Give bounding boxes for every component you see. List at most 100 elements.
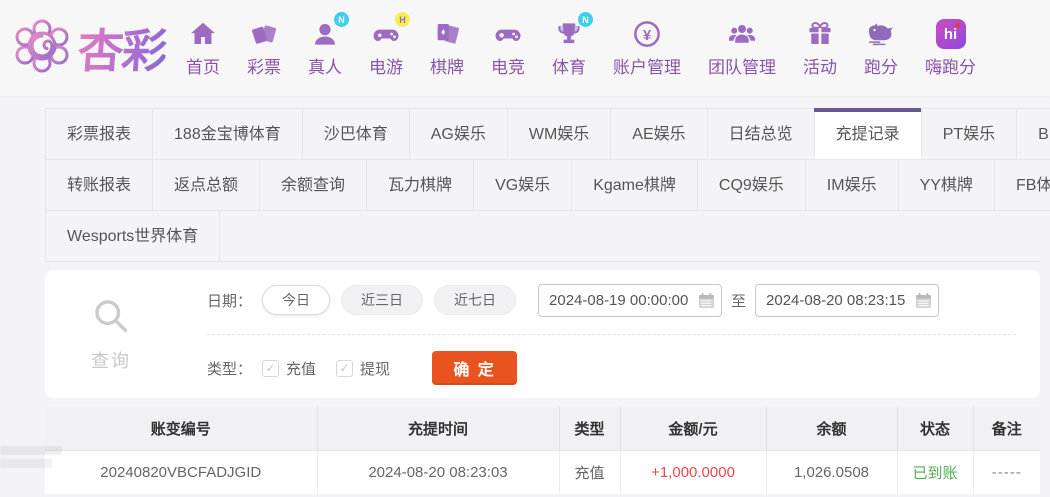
tab-wm[interactable]: WM娱乐 <box>506 108 612 160</box>
tickets-icon <box>248 18 280 50</box>
tab-deposit-withdraw-records[interactable]: 充提记录 <box>813 108 922 160</box>
nav-item-live[interactable]: N 真人 <box>308 12 349 78</box>
cell-type: 充值 <box>559 449 621 494</box>
tab-rebate-total[interactable]: 返点总额 <box>152 159 261 211</box>
col-header-balance: 余额 <box>766 407 898 450</box>
deposit-checkbox-label: 充值 <box>286 360 317 378</box>
tabs-row-2: 转账报表 返点总额 余额查询 瓦力棋牌 VG娱乐 Kgame棋牌 CQ9娱乐 I… <box>45 159 1050 211</box>
tab-cq9[interactable]: CQ9娱乐 <box>696 159 806 211</box>
deposit-checkbox[interactable] <box>262 359 280 377</box>
type-label: 类型： <box>207 360 253 378</box>
withdraw-checkbox[interactable] <box>336 359 354 377</box>
date-from-wrap <box>538 283 723 317</box>
tab-bbin[interactable]: BBIN <box>1016 108 1050 160</box>
nav-item-paofen[interactable]: 跑分 <box>864 18 898 78</box>
tab-saba-sport[interactable]: 沙巴体育 <box>301 108 410 160</box>
tab-lottery-report[interactable]: 彩票报表 <box>45 108 154 160</box>
report-tabs: 彩票报表 188金宝博体育 沙巴体育 AG娱乐 WM娱乐 AE娱乐 日结总览 充… <box>45 108 1050 262</box>
date-from-input[interactable] <box>538 283 723 317</box>
calendar-icon[interactable] <box>915 292 932 309</box>
query-section-label: 查询 <box>45 270 177 398</box>
tab-ae[interactable]: AE娱乐 <box>610 108 708 160</box>
tabs-row-3: Wesports世界体育 <box>45 210 1040 262</box>
red-dot <box>954 23 960 28</box>
gift-icon <box>804 18 836 50</box>
esports-gamepad-icon <box>492 18 524 50</box>
cards-icon <box>431 18 463 50</box>
nav-item-esports[interactable]: 电竞 <box>491 18 525 78</box>
tab-vg[interactable]: VG娱乐 <box>473 159 573 211</box>
table-row: 20240820VBCFADJGID 2024-08-20 08:23:03 充… <box>45 449 1040 494</box>
type-row: 类型： 充值 提现 确 定 <box>207 351 1016 385</box>
new-badge: N <box>334 12 349 27</box>
tab-yy-cards[interactable]: YY棋牌 <box>897 159 995 211</box>
flower-emblem-icon <box>10 14 74 83</box>
tab-wali-cards[interactable]: 瓦力棋牌 <box>366 159 475 211</box>
home-icon <box>187 18 219 50</box>
col-header-remark: 备注 <box>973 407 1040 450</box>
trophy-icon: N <box>553 12 593 50</box>
confirm-button[interactable]: 确 定 <box>432 351 518 385</box>
nav-item-cards[interactable]: 棋牌 <box>430 18 464 78</box>
table-header-row: 账变编号 充提时间 类型 金额/元 余额 状态 备注 <box>45 407 1040 450</box>
col-header-change-id: 账变编号 <box>45 407 318 450</box>
svg-text:¥: ¥ <box>643 27 652 44</box>
cell-remark: ----- <box>973 449 1040 494</box>
nav-item-lottery[interactable]: 彩票 <box>247 18 281 78</box>
nav-item-account[interactable]: ¥ 账户管理 <box>613 18 681 78</box>
top-header: 杏彩 首页 彩票 N 真人 H 电游 棋牌 电竞 N 体育 ¥ 账户管理 团队管… <box>0 0 1050 96</box>
tab-kgame[interactable]: Kgame棋牌 <box>571 159 698 211</box>
hot-badge: H <box>395 12 410 27</box>
tab-188-sport[interactable]: 188金宝博体育 <box>152 108 303 160</box>
account-coin-icon: ¥ <box>631 18 663 50</box>
cell-time: 2024-08-20 08:23:03 <box>317 449 560 494</box>
nav-item-home[interactable]: 首页 <box>186 18 220 78</box>
withdraw-checkbox-label: 提现 <box>360 360 391 378</box>
col-header-type: 类型 <box>559 407 621 450</box>
tabs-row-1: 彩票报表 188金宝博体育 沙巴体育 AG娱乐 WM娱乐 AE娱乐 日结总览 充… <box>45 108 1050 160</box>
tabs-filler <box>219 210 1040 262</box>
live-person-icon: N <box>309 12 349 50</box>
tab-balance-query[interactable]: 余额查询 <box>259 159 368 211</box>
slots-gamepad-icon: H <box>370 12 410 50</box>
forum-watermark <box>0 446 62 472</box>
cell-amount: +1,000.0000 <box>620 449 767 494</box>
divider <box>207 333 1016 335</box>
nav-item-promo[interactable]: 活动 <box>803 18 837 78</box>
brand-logo[interactable]: 杏彩 <box>10 14 169 83</box>
nav-item-sports[interactable]: N 体育 <box>552 12 593 78</box>
col-header-time: 充提时间 <box>317 407 560 450</box>
search-icon <box>90 295 132 342</box>
query-panel: 查询 日期： 今日 近三日 近七日 至 <box>45 270 1040 398</box>
tab-wesports[interactable]: Wesports世界体育 <box>45 210 221 262</box>
rhino-run-icon <box>865 18 897 50</box>
date-to-input[interactable] <box>755 283 940 317</box>
nav-item-slots[interactable]: H 电游 <box>369 12 410 78</box>
new-badge: N <box>578 12 593 27</box>
query-form: 日期： 今日 近三日 近七日 至 <box>177 270 1040 398</box>
preset-today-button[interactable]: 今日 <box>262 285 331 315</box>
nav-item-team[interactable]: 团队管理 <box>708 18 776 78</box>
brand-name: 杏彩 <box>76 15 169 81</box>
cell-change-id: 20240820VBCFADJGID <box>45 449 318 494</box>
calendar-icon[interactable] <box>698 292 715 309</box>
main-nav: 首页 彩票 N 真人 H 电游 棋牌 电竞 N 体育 ¥ 账户管理 团队管理 活… <box>186 12 976 78</box>
tab-pt[interactable]: PT娱乐 <box>920 108 1018 160</box>
cell-status: 已到账 <box>897 449 974 494</box>
cell-balance: 1,026.0508 <box>766 449 898 494</box>
hi-run-icon: hi <box>935 18 967 50</box>
team-icon <box>726 18 758 50</box>
tab-daily-summary[interactable]: 日结总览 <box>706 108 815 160</box>
col-header-status: 状态 <box>897 407 974 450</box>
tab-fb-sport[interactable]: FB体育 <box>993 159 1050 211</box>
tab-ag[interactable]: AG娱乐 <box>408 108 508 160</box>
records-table: 账变编号 充提时间 类型 金额/元 余额 状态 备注 20240820VBCFA… <box>45 407 1040 494</box>
date-row: 日期： 今日 近三日 近七日 至 <box>207 283 1016 317</box>
to-label: 至 <box>731 292 747 310</box>
preset-3days-button[interactable]: 近三日 <box>341 285 424 315</box>
tab-im-entertainment[interactable]: IM娱乐 <box>804 159 899 211</box>
date-to-wrap <box>755 283 940 317</box>
tab-transfer-report[interactable]: 转账报表 <box>45 159 154 211</box>
nav-item-hipaofen[interactable]: hi 嗨跑分 <box>925 18 976 78</box>
preset-7days-button[interactable]: 近七日 <box>434 285 517 315</box>
